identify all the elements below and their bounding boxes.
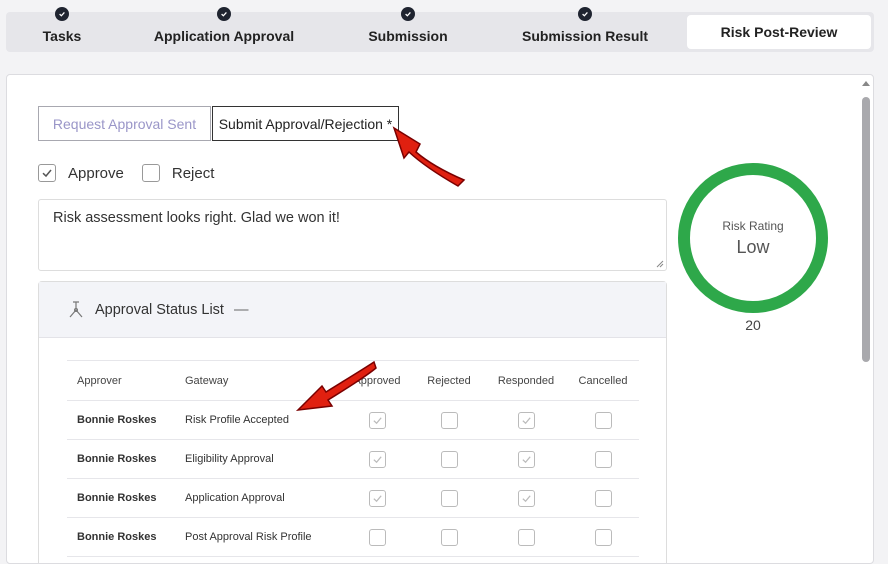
rejected-checkbox[interactable]	[440, 411, 458, 429]
tab-label: Tasks	[42, 28, 82, 44]
rejected-cell	[413, 478, 485, 518]
check-icon	[372, 416, 382, 424]
tab-tasks[interactable]: Tasks	[6, 7, 118, 52]
approve-label: Approve	[68, 164, 124, 182]
resize-grip-icon[interactable]	[656, 260, 664, 268]
column-header: Responded	[485, 360, 567, 401]
cancelled-cell	[567, 400, 639, 440]
cancelled-cell	[567, 517, 639, 557]
tab-label: Submission	[368, 28, 448, 44]
cancelled-cell	[567, 478, 639, 518]
approval-status-title: Approval Status List	[95, 301, 224, 318]
gateway-cell: Post Approval Risk Profile	[175, 517, 341, 557]
tab-submission[interactable]: Submission	[330, 7, 486, 52]
approver-cell: Bonnie Roskes	[67, 439, 175, 479]
red-arrow-icon	[392, 126, 466, 187]
tree-icon	[69, 300, 83, 317]
column-header: Cancelled	[567, 360, 639, 401]
cancelled-checkbox[interactable]	[594, 528, 612, 546]
approved-checkbox[interactable]	[368, 528, 386, 546]
rejected-checkbox[interactable]	[440, 450, 458, 468]
approved-checkbox[interactable]	[368, 411, 386, 429]
responded-cell	[485, 400, 567, 440]
tab-label: Risk Post-Review	[720, 24, 838, 40]
check-icon	[521, 455, 531, 463]
check-icon	[372, 494, 382, 502]
responded-checkbox[interactable]	[517, 489, 535, 507]
tab-label: Submission Result	[521, 28, 649, 44]
tab-risk-post-review[interactable]: Risk Post-Review	[687, 15, 871, 49]
check-circle-icon	[217, 7, 231, 21]
approved-checkbox[interactable]	[368, 450, 386, 468]
cancelled-checkbox[interactable]	[594, 411, 612, 429]
responded-checkbox[interactable]	[517, 528, 535, 546]
vertical-scrollbar[interactable]	[859, 75, 873, 563]
approver-cell: Bonnie Roskes	[67, 400, 175, 440]
table-row: Bonnie Roskes Application Approval	[67, 478, 639, 518]
tab-application-approval[interactable]: Application Approval	[118, 7, 330, 52]
check-icon	[42, 169, 52, 178]
decision-options: Approve Reject	[38, 164, 232, 182]
rejected-cell	[413, 517, 485, 557]
approve-checkbox[interactable]	[38, 164, 56, 182]
cancelled-checkbox[interactable]	[594, 489, 612, 507]
scroll-thumb[interactable]	[862, 97, 870, 362]
column-header: Rejected	[413, 360, 485, 401]
scroll-up-icon[interactable]	[862, 81, 870, 86]
approval-status-header[interactable]: Approval Status List —	[39, 282, 666, 338]
rejected-cell	[413, 439, 485, 479]
check-icon	[521, 416, 531, 424]
gateway-cell: Eligibility Approval	[175, 439, 341, 479]
risk-score: 20	[745, 317, 761, 333]
check-icon	[372, 455, 382, 463]
check-circle-icon	[55, 7, 69, 21]
column-header: Approver	[67, 360, 175, 401]
approver-cell: Bonnie Roskes	[67, 517, 175, 557]
responded-cell	[485, 439, 567, 479]
risk-rating-ring: Risk Rating Low	[678, 163, 828, 313]
comment-textarea[interactable]: Risk assessment looks right. Glad we won…	[38, 199, 667, 271]
approved-cell	[341, 517, 413, 557]
stepper-tabs: Tasks Application Approval Submission Su…	[6, 7, 874, 52]
approver-cell: Bonnie Roskes	[67, 478, 175, 518]
tab-submission-result[interactable]: Submission Result	[486, 7, 684, 52]
cancelled-checkbox[interactable]	[594, 450, 612, 468]
check-circle-icon	[401, 7, 415, 21]
rejected-checkbox[interactable]	[440, 489, 458, 507]
responded-checkbox[interactable]	[517, 411, 535, 429]
table-row: Bonnie Roskes Eligibility Approval	[67, 439, 639, 479]
tab-label: Application Approval	[153, 28, 295, 44]
submit-approval-button[interactable]: Submit Approval/Rejection *	[212, 106, 399, 141]
approved-cell	[341, 478, 413, 518]
responded-cell	[485, 478, 567, 518]
comment-text: Risk assessment looks right. Glad we won…	[53, 210, 340, 226]
reject-label: Reject	[171, 164, 215, 182]
reject-checkbox[interactable]	[141, 164, 160, 182]
collapse-icon[interactable]: —	[234, 302, 249, 318]
responded-checkbox[interactable]	[517, 450, 535, 468]
risk-rating-title: Risk Rating	[722, 218, 784, 233]
cancelled-cell	[567, 439, 639, 479]
check-circle-icon	[578, 7, 592, 21]
red-arrow-icon	[295, 360, 377, 411]
risk-rating-value: Low	[736, 236, 770, 257]
rejected-cell	[413, 400, 485, 440]
approved-cell	[341, 439, 413, 479]
responded-cell	[485, 517, 567, 557]
gateway-cell: Application Approval	[175, 478, 341, 518]
check-icon	[521, 494, 531, 502]
approval-status-card: Approval Status List — Approver Gateway …	[38, 281, 667, 563]
table-row: Bonnie Roskes Post Approval Risk Profile	[67, 517, 639, 557]
approved-checkbox[interactable]	[368, 489, 386, 507]
request-approval-sent-button[interactable]: Request Approval Sent	[38, 106, 211, 141]
rejected-checkbox[interactable]	[440, 528, 458, 546]
